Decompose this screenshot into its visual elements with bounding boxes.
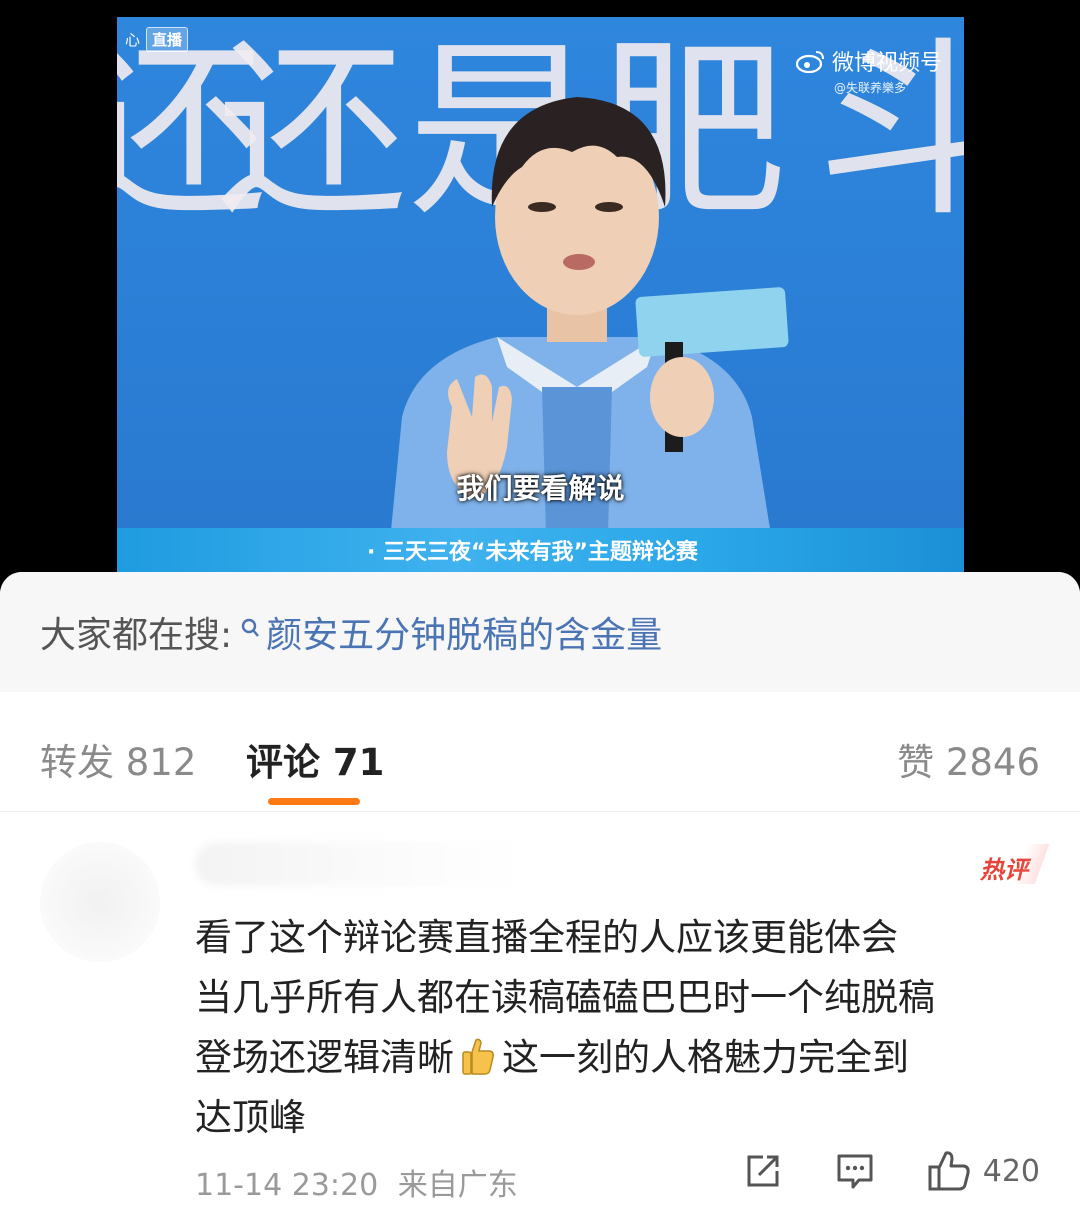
- comment-actions: 420: [691, 1150, 1040, 1192]
- tab-likes[interactable]: 赞 2846: [897, 732, 1040, 786]
- comment-icon: [837, 1154, 873, 1189]
- trending-search-query: 颜安五分钟脱稿的含金量: [266, 615, 663, 656]
- like-button[interactable]: 420: [927, 1150, 1040, 1192]
- search-icon: [241, 618, 260, 637]
- like-icon: [928, 1151, 970, 1191]
- trending-search-label: 大家都在搜:: [40, 615, 233, 656]
- watermark-brand: 微博视频号: [831, 51, 942, 76]
- like-count: 420: [982, 1153, 1040, 1189]
- video-subtitle: 我们要看解说: [456, 472, 625, 505]
- comment-timestamp: 11-14 23:20: [195, 1168, 379, 1203]
- share-button[interactable]: [743, 1151, 783, 1191]
- weibo-post-screen: 还 还 是 肥 斗 心 直播 微博视频号 @失联养樂多 我们要看解说 · 三天三…: [0, 0, 1080, 1217]
- video-watermark: 微博视频号 @失联养樂多: [795, 45, 942, 96]
- comment-line-part: 这一刻的人格魅力完全到: [502, 1036, 909, 1079]
- comment-meta: 11-14 23:20 来自广东: [195, 1160, 518, 1204]
- trending-search-bar[interactable]: 大家都在搜: 颜安五分钟脱稿的含金量: [0, 572, 1080, 692]
- username-redacted: [195, 842, 530, 886]
- share-icon: [747, 1155, 779, 1187]
- comment-item: 热评 看了这个辩论赛直播全程的人应该更能体会 当几乎所有人都在读稿磕磕巴巴时一个…: [0, 812, 1080, 1217]
- trending-search-link[interactable]: 颜安五分钟脱稿的含金量: [240, 606, 662, 658]
- comment-body: 看了这个辩论赛直播全程的人应该更能体会 当几乎所有人都在读稿磕磕巴巴时一个纯脱稿…: [195, 908, 1055, 1148]
- watermark-handle: @失联养樂多: [833, 81, 906, 95]
- comment-line: 当几乎所有人都在读稿磕磕巴巴时一个纯脱稿: [195, 976, 935, 1019]
- video-ticker: · 三天三夜“未来有我”主题辩论赛: [117, 528, 964, 572]
- live-tag: 直播: [146, 27, 189, 52]
- comment-line: 登场还逻辑清晰 这一刻的人格魅力完全到: [195, 1028, 1055, 1088]
- comment-line: 看了这个辩论赛直播全程的人应该更能体会: [195, 916, 898, 959]
- comment-location: 来自广东: [397, 1168, 518, 1203]
- comment-line: 达顶峰: [195, 1096, 306, 1139]
- active-tab-indicator: [268, 798, 360, 805]
- avatar[interactable]: [40, 842, 160, 962]
- video-player[interactable]: 还 还 是 肥 斗 心 直播 微博视频号 @失联养樂多 我们要看解说 · 三天三…: [117, 17, 964, 572]
- tab-comments[interactable]: 评论 71: [246, 732, 384, 786]
- reply-button[interactable]: [835, 1151, 875, 1191]
- thumbs-up-emoji: [462, 1038, 494, 1075]
- tab-repost[interactable]: 转发 812: [40, 732, 196, 786]
- live-badge: 心 直播: [125, 27, 189, 52]
- hot-comment-badge: 热评: [980, 850, 1028, 885]
- live-prefix: 心: [125, 31, 141, 49]
- post-tabs: 转发 812 评论 71 赞 2846: [0, 692, 1080, 812]
- weibo-logo-icon: [795, 51, 824, 73]
- comment-line-part: 登场还逻辑清晰: [195, 1036, 454, 1079]
- post-detail-sheet: 大家都在搜: 颜安五分钟脱稿的含金量 转发 812 评论 71 赞 2846 热…: [0, 572, 1080, 1217]
